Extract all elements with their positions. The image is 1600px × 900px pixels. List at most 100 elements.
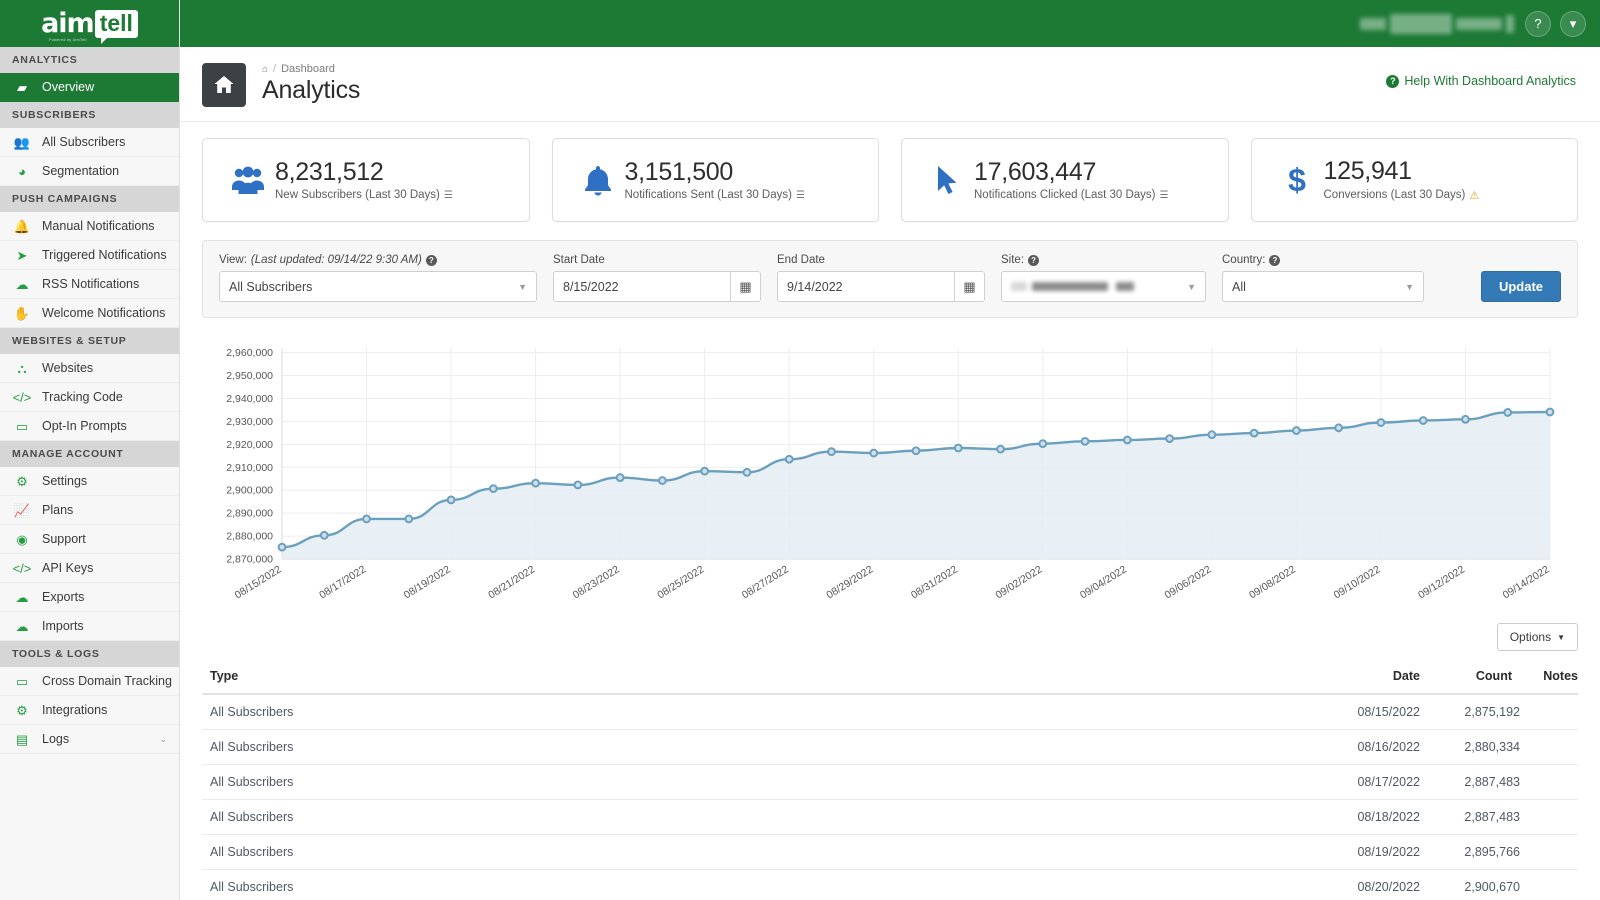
chart-data-point[interactable] [448, 497, 455, 504]
question-circle-icon[interactable]: ? [426, 255, 437, 266]
chart-data-point[interactable] [828, 448, 835, 455]
y-axis-tick-label: 2,880,000 [226, 531, 273, 543]
chart-data-point[interactable] [1462, 416, 1469, 423]
chart-data-point[interactable] [786, 456, 793, 463]
table-row[interactable]: All Subscribers08/15/20222,875,192 [202, 694, 1578, 730]
options-button[interactable]: Options ▼ [1497, 623, 1578, 651]
chart-data-point[interactable] [659, 477, 666, 484]
stat-card-value: 8,231,512 [275, 159, 453, 185]
sidebar-item-integrations[interactable]: ⚙Integrations [0, 696, 179, 725]
question-circle-icon[interactable]: ? [1028, 255, 1039, 266]
home-small-icon[interactable]: ⌂ [262, 64, 268, 75]
sidebar: aim Powered by AimTell tell ANALYTICS▰Ov… [0, 0, 180, 900]
sidebar-item-imports[interactable]: ☁Imports [0, 612, 179, 641]
chart-data-point[interactable] [1547, 409, 1554, 416]
chart-data-point[interactable] [1251, 430, 1258, 437]
y-axis-tick-label: 2,910,000 [226, 462, 273, 474]
chart-data-point[interactable] [955, 445, 962, 452]
brand-logo[interactable]: aim Powered by AimTell tell [0, 0, 179, 47]
sidebar-item-segmentation[interactable]: ◕Segmentation [0, 157, 179, 186]
column-header-type[interactable]: Type [202, 669, 1300, 694]
sidebar-item-api-keys[interactable]: </>API Keys [0, 554, 179, 583]
chart-data-point[interactable] [913, 447, 920, 454]
chart-data-point[interactable] [321, 532, 328, 539]
table-row[interactable]: All Subscribers08/16/20222,880,334 [202, 730, 1578, 765]
chart-data-point[interactable] [870, 450, 877, 457]
chart-data-point[interactable] [1378, 419, 1385, 426]
sidebar-item-rss-notifications[interactable]: ☁RSS Notifications [0, 270, 179, 299]
chart-data-point[interactable] [490, 485, 497, 492]
chart-data-point[interactable] [405, 516, 412, 523]
chart-data-point[interactable] [1420, 417, 1427, 424]
chart-data-point[interactable] [1335, 424, 1342, 431]
calendar-icon[interactable]: ▦ [730, 272, 760, 301]
sidebar-item-logs[interactable]: ▤Logs⌄ [0, 725, 179, 754]
site-select[interactable]: ▼ [1001, 271, 1206, 302]
chart-data-point[interactable] [1166, 435, 1173, 442]
help-icon[interactable]: ? [1525, 11, 1551, 37]
chevron-down-icon[interactable]: ⌄ [159, 734, 167, 745]
chart-data-point[interactable] [617, 474, 624, 481]
y-axis-tick-label: 2,940,000 [226, 393, 273, 405]
breadcrumb-dashboard[interactable]: Dashboard [281, 63, 335, 75]
chart-data-point[interactable] [1039, 440, 1046, 447]
chart-data-point[interactable] [1504, 409, 1511, 416]
calendar-icon[interactable]: ▦ [954, 272, 984, 301]
table-row[interactable]: All Subscribers08/17/20222,887,483 [202, 765, 1578, 800]
sidebar-item-label: Plans [42, 503, 73, 517]
end-date-input[interactable]: 9/14/2022 ▦ [777, 271, 985, 302]
sidebar-item-websites[interactable]: ⛬Websites [0, 354, 179, 383]
sidebar-item-all-subscribers[interactable]: 👥All Subscribers [0, 128, 179, 157]
table-row[interactable]: All Subscribers08/20/20222,900,670 [202, 870, 1578, 900]
sidebar-item-overview[interactable]: ▰Overview [0, 73, 179, 102]
chart-data-point[interactable] [363, 516, 370, 523]
list-icon[interactable]: ☰ [1160, 190, 1169, 201]
chart-data-point[interactable] [701, 468, 708, 475]
chart-data-point[interactable] [1082, 438, 1089, 445]
home-button[interactable] [202, 63, 246, 107]
view-select[interactable]: All Subscribers ▼ [219, 271, 537, 302]
chart-data-point[interactable] [574, 482, 581, 489]
cell-count: 2,895,766 [1420, 835, 1520, 870]
help-with-dashboard-analytics-link[interactable]: ? Help With Dashboard Analytics [1386, 74, 1576, 88]
sidebar-item-settings[interactable]: ⚙Settings [0, 467, 179, 496]
warning-icon[interactable]: ⚠ [1469, 189, 1479, 202]
sidebar-section-header: MANAGE ACCOUNT [0, 441, 179, 467]
column-header-count[interactable]: Count [1420, 669, 1520, 694]
sidebar-item-label: Support [42, 532, 86, 546]
sidebar-item-exports[interactable]: ☁Exports [0, 583, 179, 612]
sidebar-item-welcome-notifications[interactable]: ✋Welcome Notifications [0, 299, 179, 328]
sidebar-item-tracking-code[interactable]: </>Tracking Code [0, 383, 179, 412]
chart-data-point[interactable] [997, 446, 1004, 453]
start-date-input[interactable]: 8/15/2022 ▦ [553, 271, 761, 302]
brand-tagline: Powered by AimTell [49, 38, 87, 42]
country-select[interactable]: All ▼ [1222, 271, 1424, 302]
sidebar-item-support[interactable]: ◉Support [0, 525, 179, 554]
sidebar-item-manual-notifications[interactable]: 🔔Manual Notifications [0, 212, 179, 241]
sidebar-item-label: All Subscribers [42, 135, 125, 149]
chevron-down-icon[interactable]: ▾ [1560, 11, 1586, 37]
paper-plane-icon: ➤ [12, 249, 32, 262]
bell-icon [571, 164, 625, 196]
column-header-date[interactable]: Date [1300, 669, 1420, 694]
table-row[interactable]: All Subscribers08/19/20222,895,766 [202, 835, 1578, 870]
chart-data-point[interactable] [279, 544, 286, 551]
chart-data-point[interactable] [744, 469, 751, 476]
sidebar-item-label: API Keys [42, 561, 93, 575]
sidebar-item-triggered-notifications[interactable]: ➤Triggered Notifications [0, 241, 179, 270]
chart-data-point[interactable] [1124, 437, 1131, 444]
sidebar-item-plans[interactable]: 📈Plans [0, 496, 179, 525]
column-header-notes[interactable]: Notes [1520, 669, 1578, 694]
chart-data-point[interactable] [1293, 427, 1300, 434]
sidebar-item-opt-in-prompts[interactable]: ▭Opt-In Prompts [0, 412, 179, 441]
question-circle-icon[interactable]: ? [1269, 255, 1280, 266]
table-row[interactable]: All Subscribers08/18/20222,887,483 [202, 800, 1578, 835]
update-button[interactable]: Update [1481, 271, 1561, 302]
list-icon[interactable]: ☰ [444, 190, 453, 201]
list-icon[interactable]: ☰ [796, 190, 805, 201]
x-axis-tick-label: 08/17/2022 [317, 563, 368, 601]
chart-data-point[interactable] [532, 480, 539, 487]
chart-data-point[interactable] [1208, 431, 1215, 438]
sidebar-item-cross-domain-tracking[interactable]: ▭Cross Domain Tracking [0, 667, 179, 696]
pie-chart-icon: ◕ [12, 165, 32, 178]
